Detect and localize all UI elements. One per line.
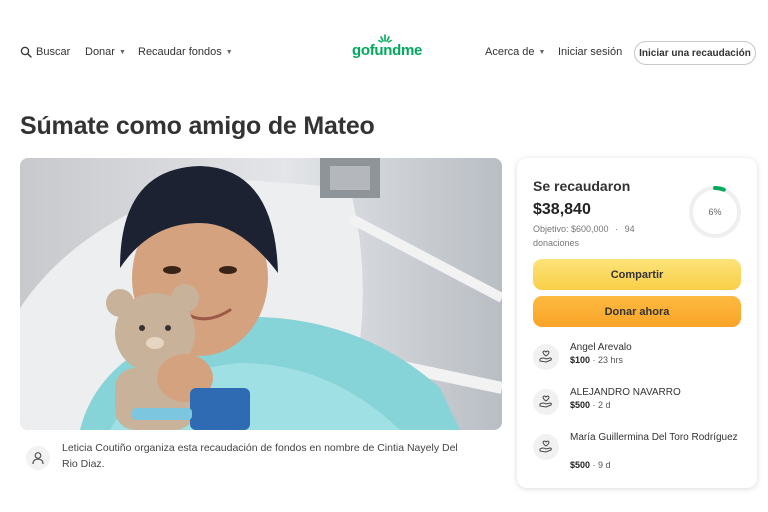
donation-time: 23 hrs [598, 355, 624, 365]
fundraise-menu[interactable]: Recaudar fondos ▼ [138, 46, 233, 58]
donation-hand-icon [533, 434, 559, 460]
about-menu-label: Acerca de [485, 46, 535, 58]
donations-count: 94 [624, 224, 635, 234]
donate-menu-label: Donar [85, 46, 115, 58]
chevron-down-icon: ▼ [225, 48, 233, 56]
donate-menu[interactable]: Donar ▼ [85, 46, 126, 58]
donation-hand-icon [533, 389, 559, 415]
chevron-down-icon: ▼ [538, 48, 546, 56]
donor-name: Angel Arevalo [570, 342, 632, 353]
search-label: Buscar [36, 46, 71, 58]
organizer-text: Leticia Coutiño organiza esta recaudació… [62, 442, 458, 470]
donation-meta: $100 · 23 hrs [570, 355, 624, 365]
donation-item: Angel Arevalo $100 · 23 hrs [533, 340, 741, 376]
raised-label: Se recaudaron [533, 178, 631, 194]
login-link[interactable]: Iniciar sesión [558, 46, 622, 58]
donation-hand-icon [533, 344, 559, 370]
donation-amount: $500 [570, 460, 591, 470]
user-icon [32, 452, 44, 465]
avatar[interactable] [26, 446, 50, 470]
donation-amount: $100 [570, 355, 591, 365]
donation-amount: $500 [570, 400, 591, 410]
donation-item: ALEJANDRO NAVARRO $500 · 2 d [533, 385, 741, 421]
donor-name: María Guillermina Del Toro Rodríguez [570, 432, 738, 443]
search-link[interactable]: Buscar [20, 46, 70, 58]
donations-label: donaciones [533, 238, 580, 248]
donation-item: María Guillermina Del Toro Rodríguez $50… [533, 430, 741, 480]
donation-meta: $500 · 9 d [570, 460, 611, 470]
fundraise-menu-label: Recaudar fondos [138, 46, 222, 58]
top-nav: Buscar Donar ▼ Recaudar fondos ▼ gofundm… [0, 34, 768, 68]
chevron-down-icon: ▼ [118, 48, 126, 56]
logo-text: gofundme [352, 42, 423, 59]
donation-card: Se recaudaron $38,840 Objetivo: $600,000… [517, 158, 757, 488]
login-label: Iniciar sesión [558, 46, 623, 58]
goal-text: Objetivo: $600,000 [533, 224, 609, 234]
about-menu[interactable]: Acerca de ▼ [485, 46, 545, 58]
hero-photo [20, 158, 502, 430]
donate-now-button[interactable]: Donar ahora [533, 296, 741, 327]
donation-time: 2 d [598, 400, 611, 410]
donation-meta: $500 · 2 d [570, 400, 611, 410]
page-title: Súmate como amigo de Mateo [20, 112, 375, 140]
donation-time: 9 d [598, 460, 611, 470]
donor-name: ALEJANDRO NAVARRO [570, 387, 681, 398]
campaign-hero-image[interactable] [20, 158, 502, 430]
search-icon [20, 46, 32, 58]
progress-percent: 6% [708, 207, 722, 217]
start-fundraiser-button[interactable]: Iniciar una recaudación [634, 41, 756, 65]
raised-amount: $38,840 [533, 201, 591, 218]
share-button[interactable]: Compartir [533, 259, 741, 290]
goal-info: Objetivo: $600,000 · 94 donaciones [533, 224, 635, 248]
